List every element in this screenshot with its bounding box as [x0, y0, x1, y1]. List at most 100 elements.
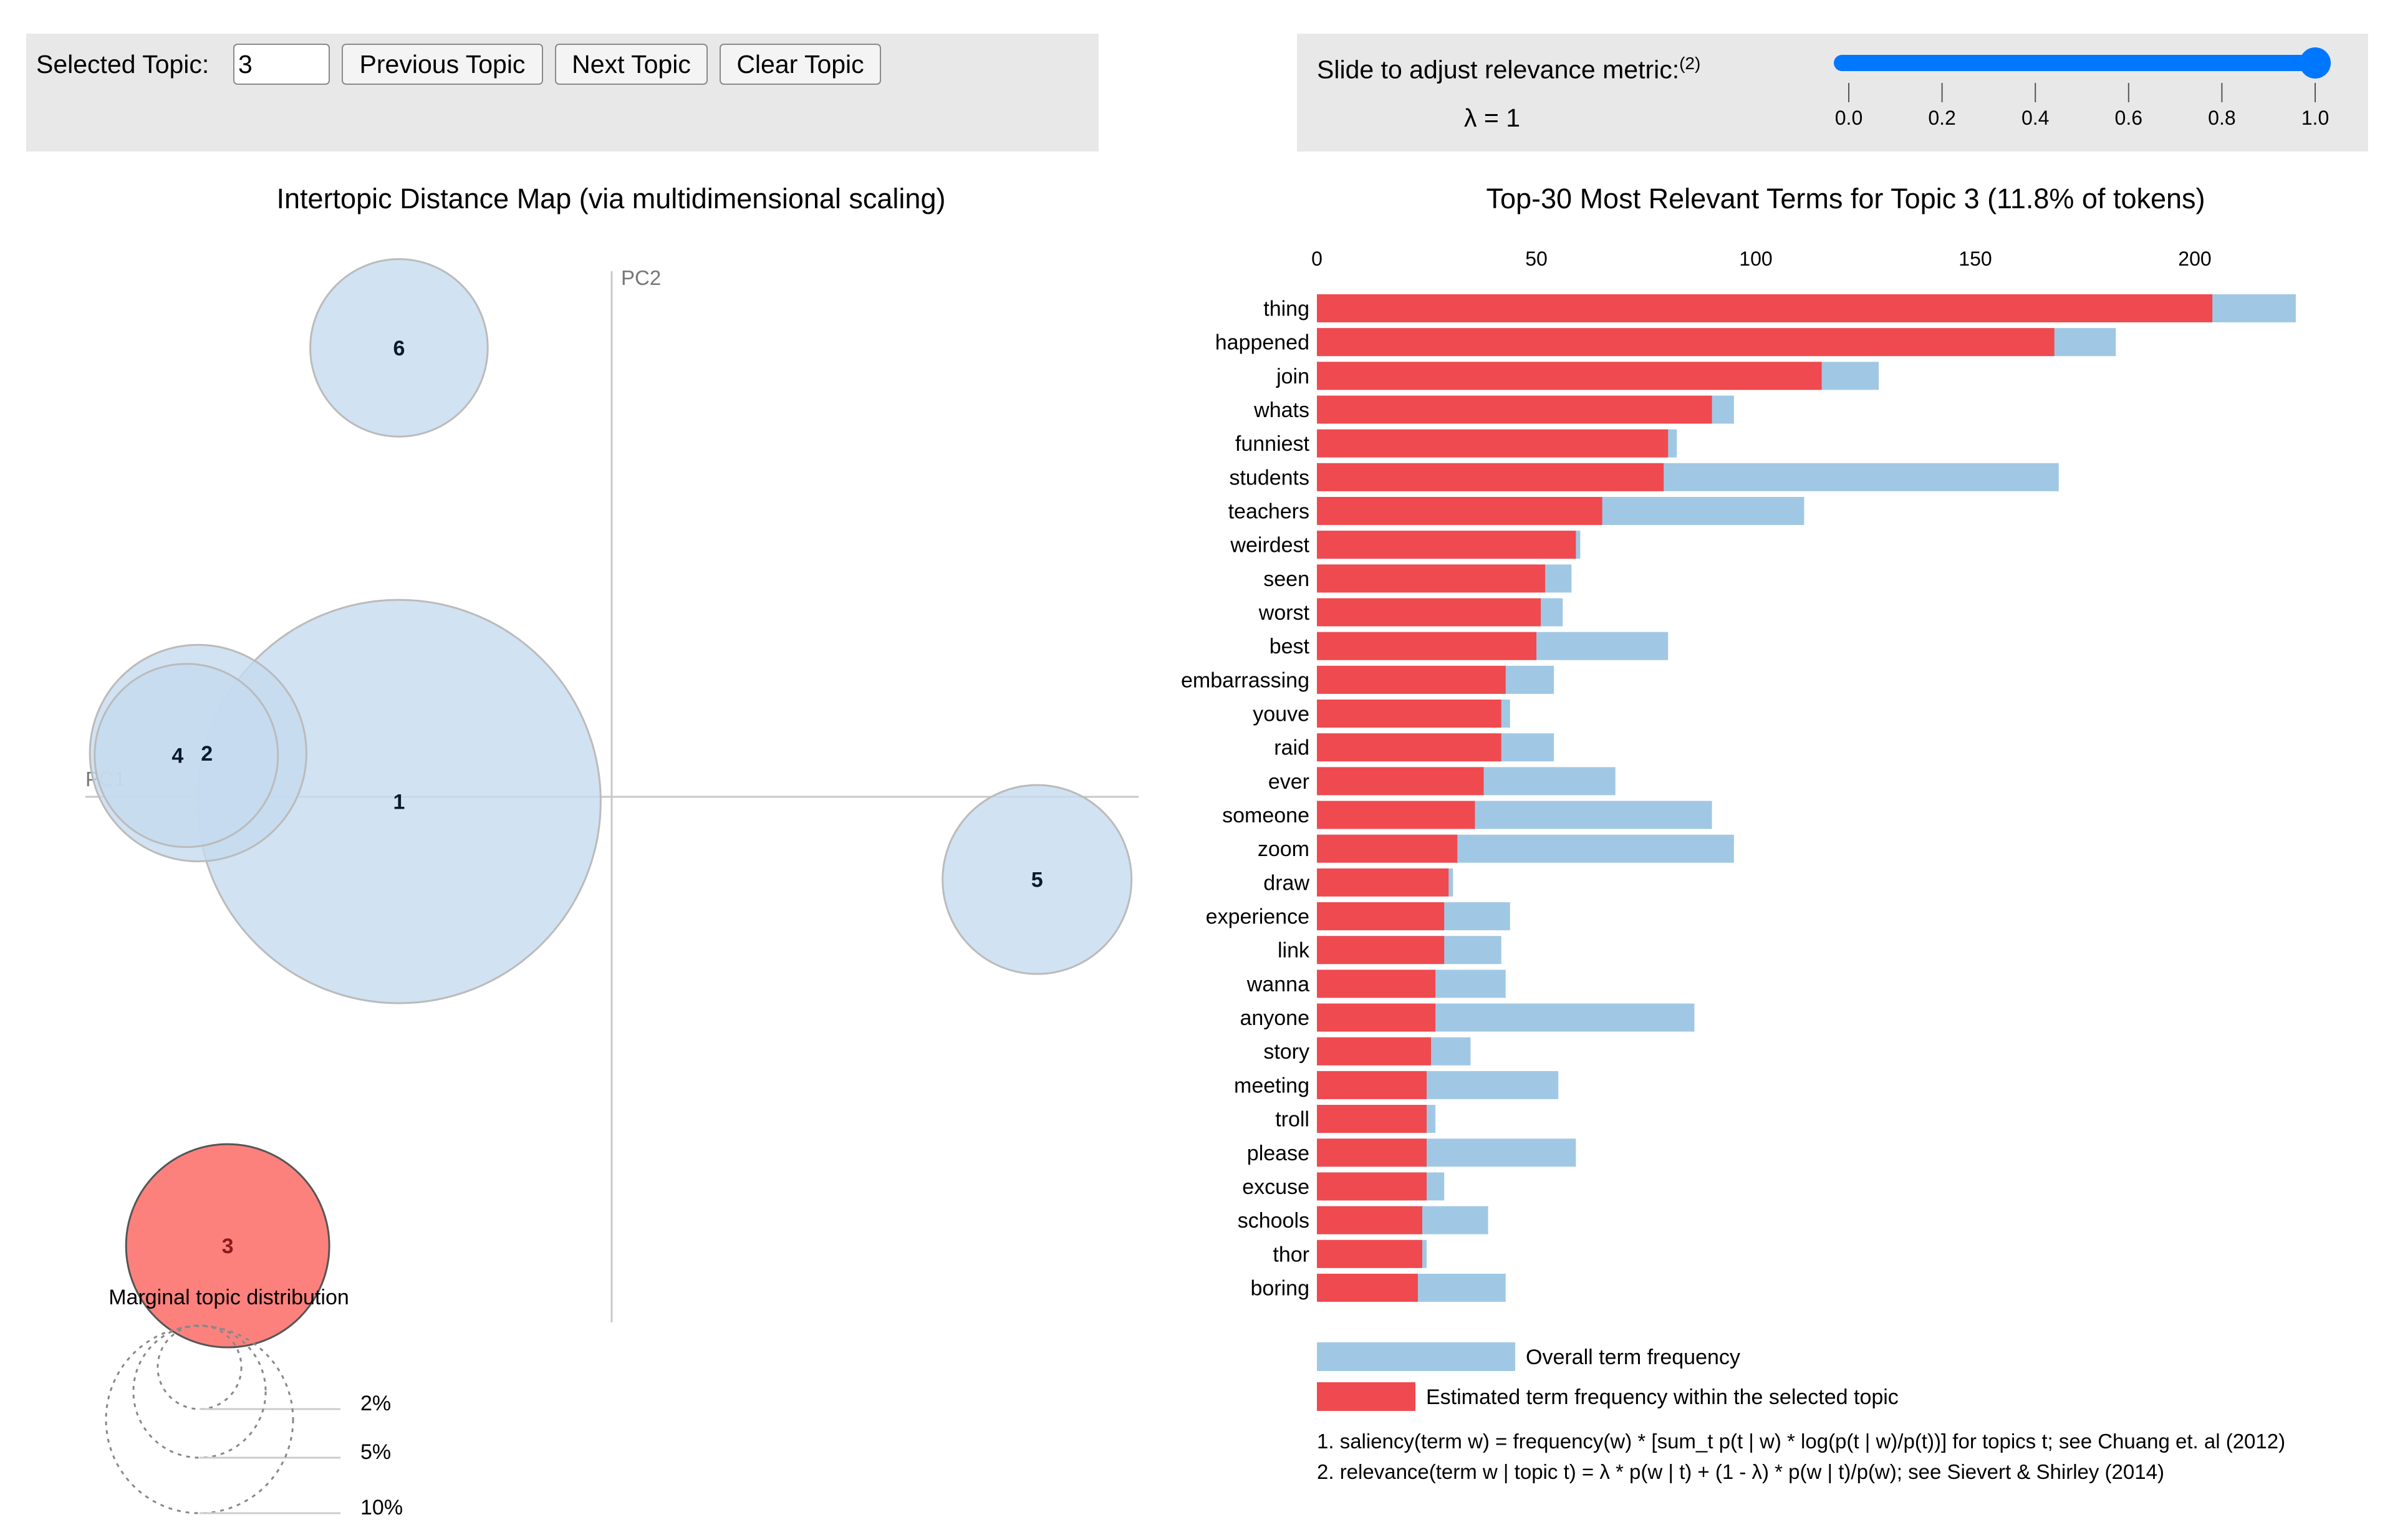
term-row[interactable]: worst — [1258, 598, 1563, 627]
term-label[interactable]: please — [1247, 1142, 1309, 1165]
term-row[interactable]: students — [1229, 463, 2059, 491]
topic-frequency-bar[interactable] — [1317, 463, 1664, 491]
term-row[interactable]: excuse — [1242, 1172, 1445, 1201]
term-label[interactable]: schools — [1238, 1209, 1309, 1233]
term-label[interactable]: funniest — [1235, 432, 1310, 456]
term-label[interactable]: thing — [1263, 297, 1309, 321]
term-row[interactable]: thor — [1273, 1239, 1427, 1268]
term-label[interactable]: draw — [1263, 871, 1309, 895]
slider-track[interactable] — [1834, 55, 2320, 71]
term-label[interactable]: anyone — [1240, 1006, 1309, 1030]
topic-frequency-bar[interactable] — [1317, 564, 1546, 593]
topic-frequency-bar[interactable] — [1317, 902, 1445, 931]
term-row[interactable]: youve — [1253, 700, 1510, 728]
topic-frequency-bar[interactable] — [1317, 1105, 1427, 1133]
term-label[interactable]: embarrassing — [1181, 668, 1309, 692]
topic-frequency-bar[interactable] — [1317, 1071, 1427, 1099]
topic-frequency-bar[interactable] — [1317, 1037, 1432, 1066]
term-row[interactable]: boring — [1250, 1273, 1506, 1302]
term-row[interactable]: anyone — [1240, 1003, 1695, 1032]
term-row[interactable]: story — [1263, 1037, 1471, 1066]
legend-topic-swatch — [1317, 1382, 1415, 1411]
topic-frequency-bar[interactable] — [1317, 700, 1501, 728]
term-label[interactable]: meeting — [1234, 1074, 1309, 1097]
term-row[interactable]: weirdest — [1230, 531, 1581, 559]
term-label[interactable]: wanna — [1246, 973, 1309, 996]
term-label[interactable]: raid — [1274, 736, 1309, 760]
term-label[interactable]: weirdest — [1230, 534, 1309, 557]
term-label[interactable]: best — [1270, 635, 1310, 658]
term-row[interactable]: happened — [1215, 328, 2116, 357]
topic-frequency-bar[interactable] — [1317, 1172, 1427, 1201]
term-row[interactable]: someone — [1222, 801, 1712, 829]
term-row[interactable]: meeting — [1234, 1071, 1559, 1099]
term-label[interactable]: link — [1278, 939, 1310, 963]
term-row[interactable]: draw — [1263, 868, 1453, 897]
term-row[interactable]: troll — [1275, 1105, 1436, 1133]
term-row[interactable]: embarrassing — [1181, 665, 1554, 694]
topic-frequency-bar[interactable] — [1317, 1239, 1422, 1268]
topic-frequency-bar[interactable] — [1317, 1273, 1418, 1302]
topic-frequency-bar[interactable] — [1317, 362, 1822, 390]
topic-frequency-bar[interactable] — [1317, 733, 1501, 762]
term-label[interactable]: troll — [1275, 1108, 1309, 1132]
topic-frequency-bar[interactable] — [1317, 294, 2213, 322]
term-label[interactable]: students — [1229, 466, 1309, 489]
term-row[interactable]: best — [1270, 632, 1669, 660]
term-row[interactable]: join — [1276, 362, 1879, 390]
topic-frequency-bar[interactable] — [1317, 632, 1536, 660]
term-label[interactable]: someone — [1222, 804, 1309, 827]
term-label[interactable]: zoom — [1258, 837, 1309, 861]
topic-frequency-bar[interactable] — [1317, 970, 1436, 998]
topic-frequency-bar[interactable] — [1317, 598, 1541, 627]
term-label[interactable]: excuse — [1242, 1175, 1309, 1199]
term-label[interactable]: youve — [1253, 703, 1309, 726]
topic-frequency-bar[interactable] — [1317, 1206, 1422, 1234]
term-label[interactable]: whats — [1253, 398, 1309, 422]
term-label[interactable]: teachers — [1228, 500, 1309, 524]
term-label[interactable]: story — [1263, 1040, 1309, 1064]
term-row[interactable]: raid — [1274, 733, 1554, 762]
term-row[interactable]: link — [1278, 936, 1501, 965]
topic-frequency-bar[interactable] — [1317, 1138, 1427, 1167]
term-row[interactable]: zoom — [1258, 834, 1734, 863]
term-row[interactable]: teachers — [1228, 497, 1805, 526]
term-row[interactable]: funniest — [1235, 429, 1677, 458]
topic-frequency-bar[interactable] — [1317, 429, 1669, 458]
term-row[interactable]: whats — [1253, 395, 1734, 424]
relevance-slider[interactable]: 0.0 0.2 0.4 0.6 0.8 1.0 — [0, 0, 2390, 162]
term-row[interactable]: ever — [1268, 767, 1616, 796]
x-axis-ticks: 0 50 100 150 200 — [1311, 248, 2212, 270]
term-label[interactable]: worst — [1258, 601, 1310, 625]
topic-label-6: 6 — [393, 337, 405, 360]
topic-frequency-bar[interactable] — [1317, 801, 1475, 829]
topic-frequency-bar[interactable] — [1317, 497, 1602, 526]
term-label[interactable]: happened — [1215, 331, 1309, 355]
term-label[interactable]: boring — [1250, 1276, 1309, 1300]
topic-frequency-bar[interactable] — [1317, 531, 1576, 559]
topic-label-5: 5 — [1031, 869, 1043, 892]
topic-frequency-bar[interactable] — [1317, 936, 1445, 965]
term-label[interactable]: thor — [1273, 1243, 1309, 1266]
term-label[interactable]: seen — [1263, 567, 1309, 591]
topic-bubble-4[interactable] — [94, 663, 279, 849]
topic-frequency-bar[interactable] — [1317, 1003, 1436, 1032]
topic-frequency-bar[interactable] — [1317, 767, 1484, 796]
topic-frequency-bar[interactable] — [1317, 395, 1712, 424]
term-row[interactable]: experience — [1206, 902, 1510, 931]
topic-frequency-bar[interactable] — [1317, 834, 1458, 863]
slider-knob[interactable] — [2300, 47, 2331, 79]
term-label[interactable]: join — [1276, 365, 1309, 388]
topic-frequency-bar[interactable] — [1317, 665, 1506, 694]
term-row[interactable]: seen — [1263, 564, 1572, 593]
legend-topic-label: Estimated term frequency within the sele… — [1426, 1385, 1899, 1409]
term-row[interactable]: schools — [1238, 1206, 1488, 1234]
topic-frequency-bar[interactable] — [1317, 868, 1449, 897]
topic-frequency-bar[interactable] — [1317, 328, 2055, 357]
term-label[interactable]: experience — [1206, 905, 1309, 929]
term-label[interactable]: ever — [1268, 770, 1309, 794]
term-row[interactable]: please — [1247, 1138, 1576, 1167]
term-row[interactable]: wanna — [1246, 970, 1506, 998]
term-row[interactable]: thing — [1263, 294, 2296, 322]
topic-label-2: 2 — [201, 742, 213, 766]
